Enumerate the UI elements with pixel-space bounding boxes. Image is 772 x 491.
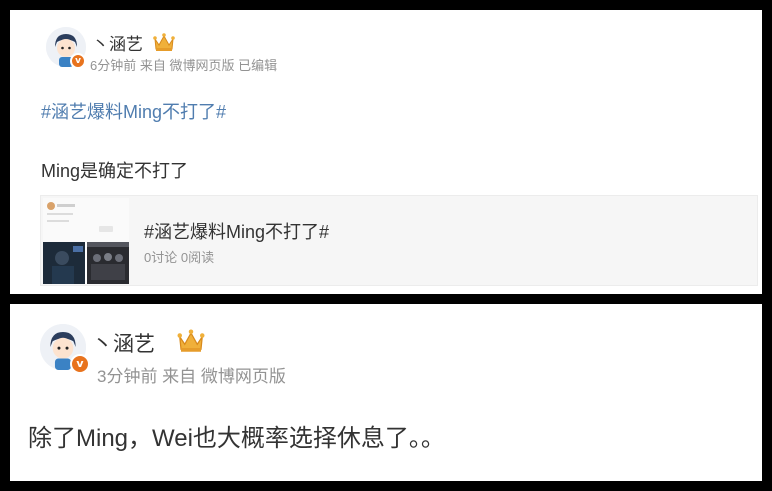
post-meta: 3分钟前 来自 微博网页版 xyxy=(97,367,286,386)
avatar[interactable]: v xyxy=(40,324,90,374)
thumbnail-text-preview xyxy=(43,198,129,242)
topic-link[interactable]: #涵艺爆料Ming不打了# xyxy=(41,98,226,124)
verified-badge-icon: v xyxy=(70,53,86,69)
author-name[interactable]: 丶涵艺 xyxy=(92,328,155,358)
topic-card[interactable]: #涵艺爆料Ming不打了# 0讨论 0阅读 xyxy=(40,195,758,286)
crown-icon xyxy=(177,328,205,358)
post-meta: 6分钟前 来自 微博网页版 已编辑 xyxy=(90,58,278,73)
post-text: 除了Ming，Wei也大概率选择休息了。。 xyxy=(28,425,445,452)
weibo-post-1: v 丶涵艺 6分钟前 来自 微博网页版 已编辑 #涵艺爆料Ming不打了# Mi… xyxy=(10,10,762,294)
thumbnail-photo-2 xyxy=(87,242,129,284)
topic-card-title[interactable]: #涵艺爆料Ming不打了# xyxy=(144,218,329,244)
author-name[interactable]: 丶涵艺 xyxy=(92,30,143,55)
thumbnail-photo-1 xyxy=(43,242,85,284)
topic-card-stats: 0讨论 0阅读 xyxy=(144,250,215,265)
avatar[interactable]: v xyxy=(46,27,86,69)
verified-badge-icon: v xyxy=(70,354,90,374)
crown-icon xyxy=(153,32,175,57)
topic-thumbnail xyxy=(43,198,129,284)
weibo-post-2: v 丶涵艺 3分钟前 来自 微博网页版 除了Ming，Wei也大概率选择休息了。… xyxy=(10,304,762,481)
post-text: Ming是确定不打了 xyxy=(41,161,189,181)
